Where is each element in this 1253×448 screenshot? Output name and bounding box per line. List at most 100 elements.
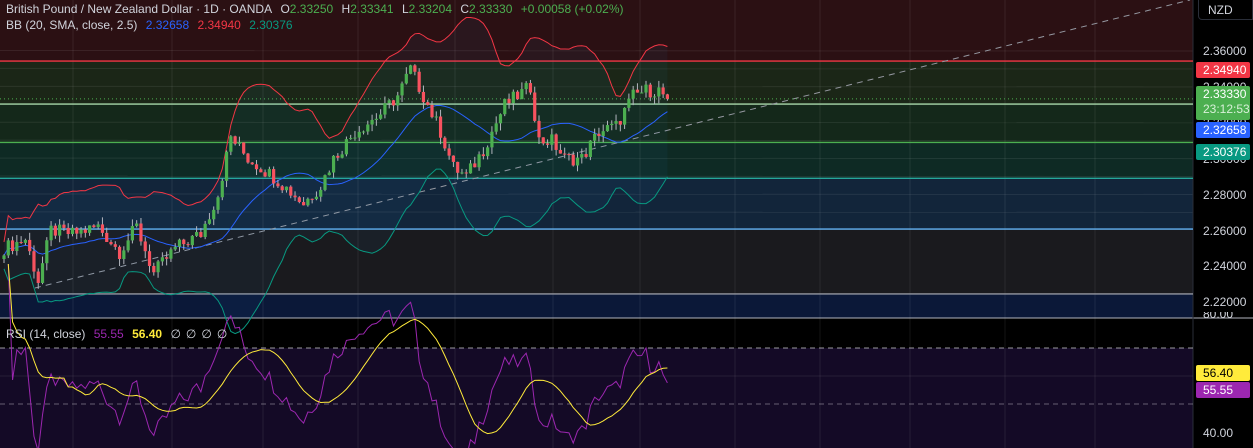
open-value: 2.33250 xyxy=(289,2,334,16)
candle-body xyxy=(32,251,36,272)
candle-body xyxy=(665,94,669,99)
candle-body xyxy=(109,241,113,245)
candle-body xyxy=(374,118,378,120)
candle-body xyxy=(203,223,207,237)
rsi-tick-80: 80.00 xyxy=(1203,312,1234,321)
bb-legend[interactable]: BB (20, SMA, close, 2.5) 2.32658 2.34940… xyxy=(6,18,298,32)
candle-body xyxy=(122,250,126,259)
candle-body xyxy=(391,100,396,106)
candle-body xyxy=(327,172,331,176)
candle-body xyxy=(434,116,438,118)
candle-body xyxy=(280,186,284,191)
candle-body xyxy=(635,89,640,93)
candle-body xyxy=(575,157,580,166)
candle-body xyxy=(15,242,19,251)
candle-body xyxy=(537,120,541,138)
candle-body xyxy=(533,92,537,121)
candle-body xyxy=(207,219,212,224)
change-value: +0.00058 (+0.02%) xyxy=(520,2,624,16)
candle-body xyxy=(199,232,203,237)
candle-body xyxy=(297,197,301,203)
candle-body xyxy=(417,71,421,92)
candle-body xyxy=(53,225,57,236)
candle-body xyxy=(409,65,413,74)
candle-body xyxy=(379,114,383,119)
candle-body xyxy=(623,107,627,125)
rsi-tick-40: 40.00 xyxy=(1203,426,1234,440)
candle-body xyxy=(387,100,391,104)
price-chart[interactable] xyxy=(0,0,1253,448)
grid-line xyxy=(0,50,1194,52)
candle-body xyxy=(430,104,434,118)
bb-label: BB (20, SMA, close, 2.5) xyxy=(6,18,138,32)
candle-body xyxy=(156,261,160,273)
candle-body xyxy=(139,223,143,242)
candle-body xyxy=(477,154,481,168)
candle-body xyxy=(2,255,6,259)
candle-body xyxy=(507,98,511,104)
candle-body xyxy=(652,96,657,98)
candle-body xyxy=(113,244,117,247)
candle-body xyxy=(263,172,267,177)
candle-body xyxy=(370,119,374,125)
candle-body xyxy=(195,232,199,236)
rsi-legend[interactable]: RSI (14, close) 55.55 56.40 ∅ ∅ ∅ ∅ xyxy=(6,327,232,341)
candle-body xyxy=(558,149,562,154)
symbol-title: British Pound / New Zealand Dollar · 1D … xyxy=(6,2,273,16)
candle-body xyxy=(605,125,610,132)
candle-body xyxy=(70,227,75,235)
candle-body xyxy=(310,198,314,200)
candle-body xyxy=(618,121,622,125)
candle-body xyxy=(644,84,648,93)
candle-body xyxy=(353,137,357,139)
candle-body xyxy=(438,116,443,138)
candle-body xyxy=(169,249,173,259)
candle-body xyxy=(272,169,276,184)
price-tick: 2.26000 xyxy=(1203,223,1247,238)
candle-body xyxy=(152,265,156,273)
candle-body xyxy=(661,87,665,95)
symbol-legend: British Pound / New Zealand Dollar · 1D … xyxy=(6,2,624,16)
candle-body xyxy=(267,169,271,177)
candle-body xyxy=(396,95,400,106)
candle-body xyxy=(250,162,254,165)
candle-body xyxy=(357,131,361,138)
candle-body xyxy=(58,224,62,236)
candle-body xyxy=(361,131,366,133)
candle-body xyxy=(83,229,87,233)
upper-band-tag: 2.34940 xyxy=(1196,62,1250,78)
basis-tag: 2.32658 xyxy=(1196,122,1250,138)
candle-body xyxy=(160,257,164,262)
candle-body xyxy=(456,161,460,173)
candle-body xyxy=(498,114,503,124)
candle-body xyxy=(421,91,426,103)
candle-body xyxy=(460,172,464,174)
candle-body xyxy=(66,227,70,235)
candle-body xyxy=(567,154,571,156)
price-tick: 2.36000 xyxy=(1203,44,1247,58)
currency-button[interactable]: NZD xyxy=(1198,0,1253,20)
candle-body xyxy=(92,225,96,228)
bb-lower: 2.30376 xyxy=(249,18,293,32)
candle-body xyxy=(580,154,584,158)
candle-body xyxy=(62,224,66,228)
bb-upper: 2.34940 xyxy=(197,18,241,32)
rsi-tag: 55.55 xyxy=(1196,382,1250,398)
candle-body xyxy=(10,240,15,251)
low-value: 2.33204 xyxy=(408,2,453,16)
candle-body xyxy=(40,263,45,283)
candle-body xyxy=(177,239,182,247)
candle-body xyxy=(648,84,652,98)
candle-body xyxy=(147,251,152,266)
candle-body xyxy=(254,164,259,170)
candle-body xyxy=(212,209,216,220)
candle-body xyxy=(314,196,319,200)
candle-body xyxy=(657,87,661,97)
bb-basis: 2.32658 xyxy=(145,18,190,32)
candle-body xyxy=(220,180,224,198)
candle-body xyxy=(182,239,186,245)
candle-body xyxy=(400,83,404,96)
candle-body xyxy=(404,73,408,84)
candle-body xyxy=(79,229,83,234)
candle-body xyxy=(96,224,100,228)
